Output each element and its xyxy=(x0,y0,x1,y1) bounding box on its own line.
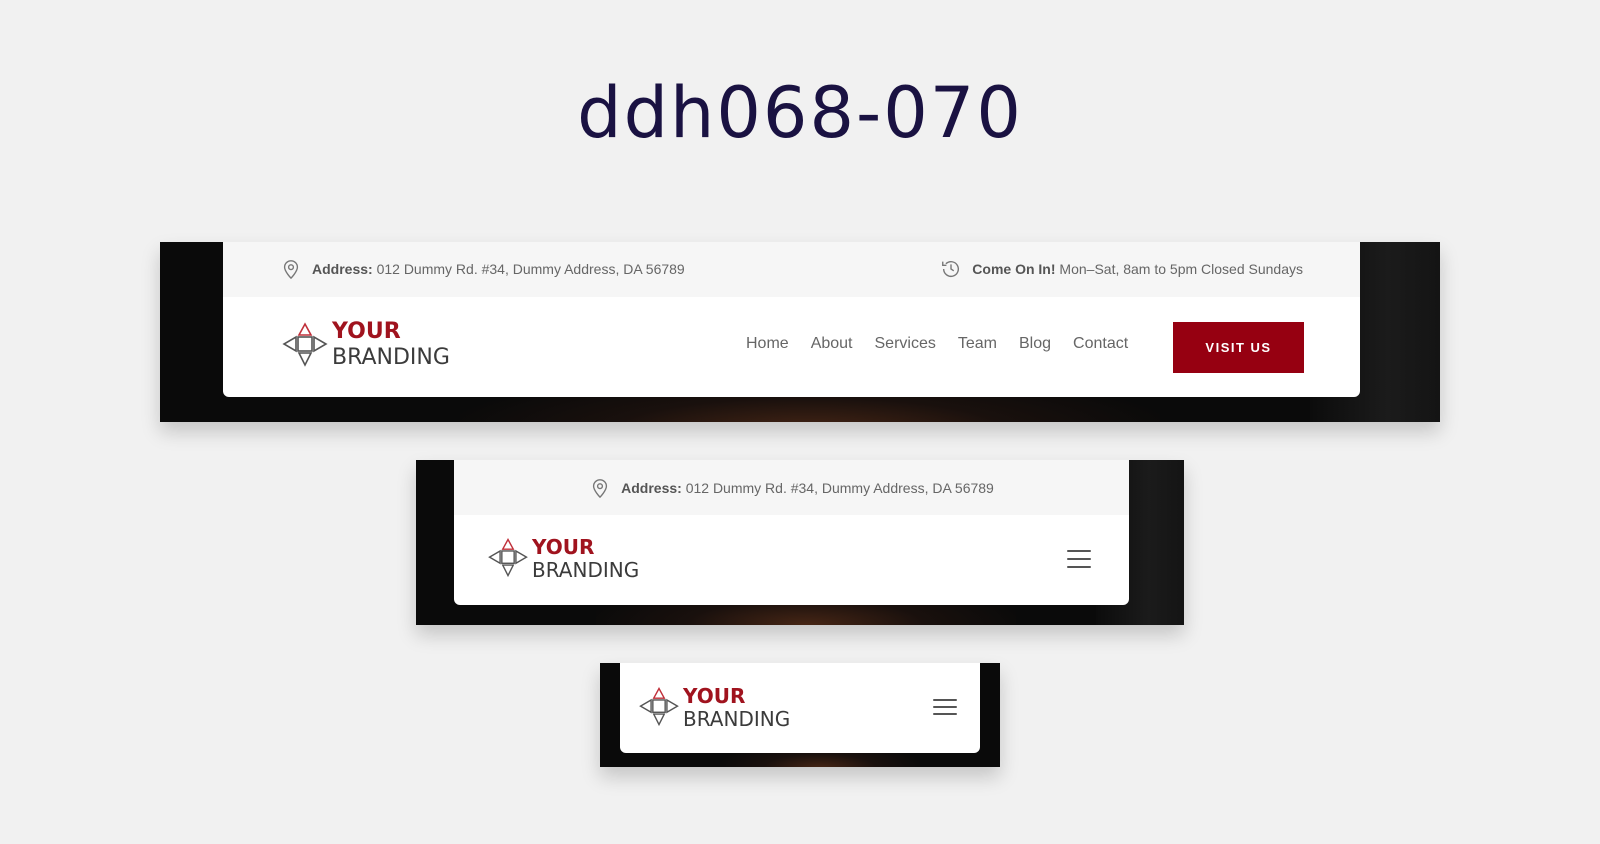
header-card: Address: 012 Dummy Rd. #34, Dummy Addres… xyxy=(223,242,1360,397)
tablet-top-info-bar: Address: 012 Dummy Rd. #34, Dummy Addres… xyxy=(454,460,1129,515)
top-info-bar: Address: 012 Dummy Rd. #34, Dummy Addres… xyxy=(223,242,1360,297)
page-title: ddh068-070 xyxy=(577,72,1023,154)
nav-item-about[interactable]: About xyxy=(811,335,853,353)
brand-line-2: BRANDING xyxy=(532,557,640,582)
tablet-address-label: Address: xyxy=(621,479,682,496)
brand-line-1: YOUR xyxy=(683,683,746,708)
address-label: Address: xyxy=(312,261,373,277)
brand-mark-icon xyxy=(639,687,679,727)
mobile-header-card: YOUR BRANDING xyxy=(620,663,980,753)
tablet-address-value: 012 Dummy Rd. #34, Dummy Address, DA 567… xyxy=(685,479,994,496)
hours-value: Mon–Sat, 8am to 5pm Closed Sundays xyxy=(1059,261,1303,277)
tablet-preview: Address: 012 Dummy Rd. #34, Dummy Addres… xyxy=(416,460,1184,625)
nav-item-blog[interactable]: Blog xyxy=(1019,335,1051,353)
nav-item-services[interactable]: Services xyxy=(875,335,936,353)
brand-line-2: BRANDING xyxy=(332,345,450,370)
brand-line-1: YOUR xyxy=(532,534,595,559)
brand-mark-icon xyxy=(282,322,328,367)
map-pin-icon xyxy=(589,477,611,499)
visit-us-button[interactable]: VISIT US xyxy=(1173,322,1304,373)
hours-info: Come On In! Mon–Sat, 8am to 5pm Closed S… xyxy=(940,258,1303,280)
tablet-header-card: Address: 012 Dummy Rd. #34, Dummy Addres… xyxy=(454,460,1129,605)
desktop-preview: Address: 012 Dummy Rd. #34, Dummy Addres… xyxy=(160,242,1440,422)
clock-history-icon xyxy=(940,258,962,280)
address-info: Address: 012 Dummy Rd. #34, Dummy Addres… xyxy=(280,258,685,280)
tablet-address-info: Address: 012 Dummy Rd. #34, Dummy Addres… xyxy=(589,477,994,499)
brand-logo[interactable]: YOUR BRANDING xyxy=(280,320,450,370)
hours-label: Come On In! xyxy=(972,261,1056,277)
brand-line-1: YOUR xyxy=(332,319,401,344)
hamburger-menu-icon[interactable] xyxy=(933,699,957,715)
mobile-brand-logo[interactable]: YOUR BRANDING xyxy=(637,685,790,729)
brand-mark-icon xyxy=(488,538,528,578)
brand-line-2: BRANDING xyxy=(683,706,791,731)
main-nav: Home About Services Team Blog Contact xyxy=(746,335,1128,353)
map-pin-icon xyxy=(280,258,302,280)
nav-item-home[interactable]: Home xyxy=(746,335,789,353)
nav-item-team[interactable]: Team xyxy=(958,335,997,353)
address-value: 012 Dummy Rd. #34, Dummy Address, DA 567… xyxy=(376,261,685,277)
nav-item-contact[interactable]: Contact xyxy=(1073,335,1128,353)
mobile-preview: YOUR BRANDING xyxy=(600,663,1000,767)
tablet-brand-logo[interactable]: YOUR BRANDING xyxy=(486,536,639,580)
hamburger-menu-icon[interactable] xyxy=(1067,550,1091,568)
